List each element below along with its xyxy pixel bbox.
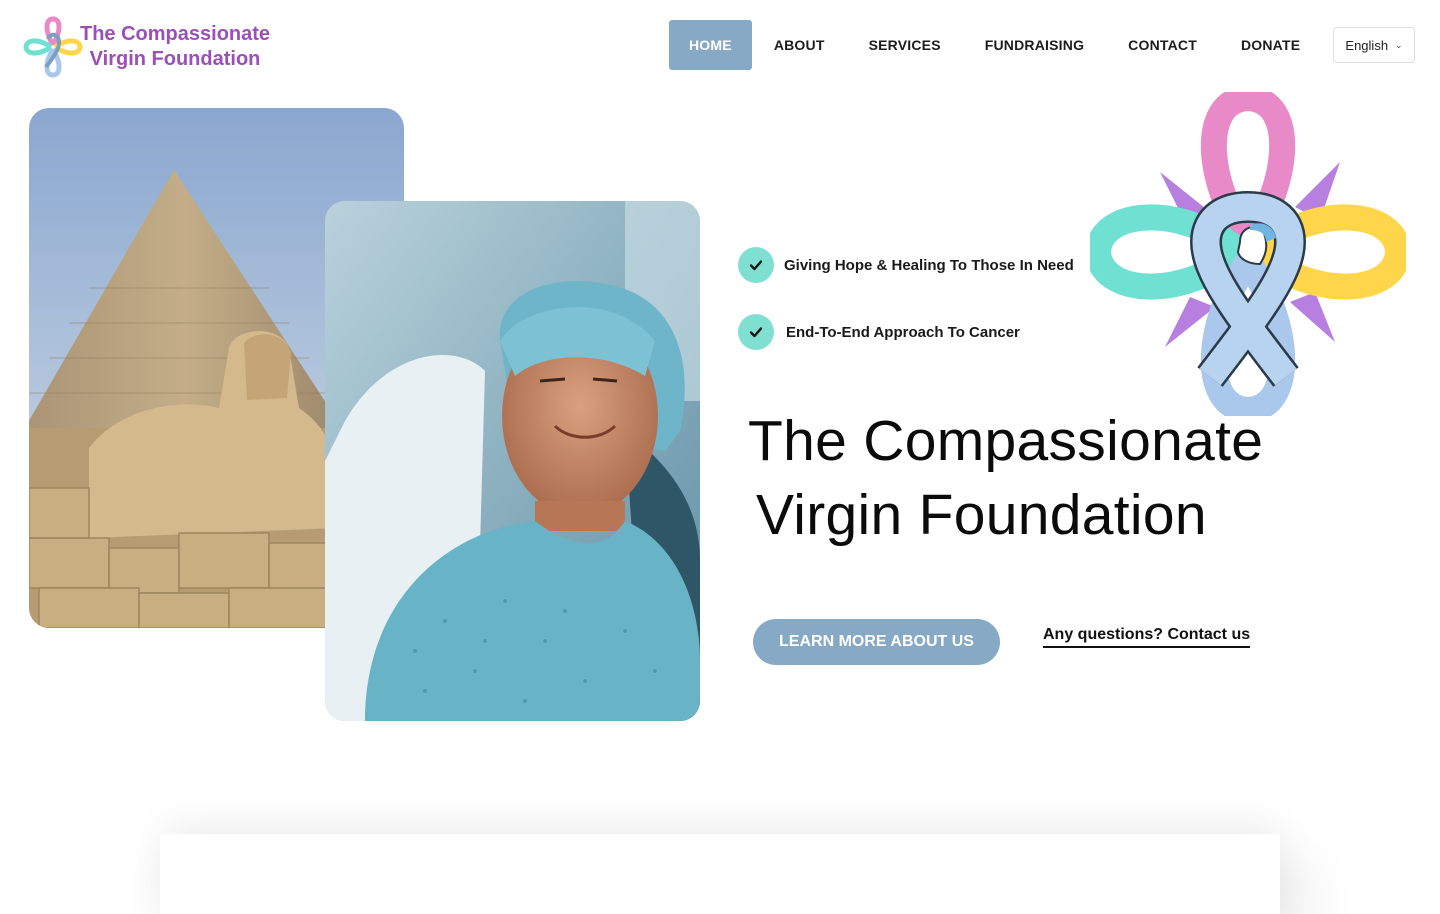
- hero-title-line-1: The Compassionate: [748, 409, 1264, 473]
- language-selected: English: [1345, 37, 1389, 53]
- content-card: [160, 834, 1280, 914]
- site-logo[interactable]: The Compassionate Virgin Foundation: [22, 14, 282, 80]
- check-icon: [738, 247, 774, 283]
- nav-home[interactable]: HOME: [669, 20, 752, 70]
- logo-line-1: The Compassionate: [80, 23, 271, 45]
- check-icon: [738, 314, 774, 350]
- nav-contact[interactable]: CONTACT: [1106, 20, 1219, 70]
- ribbon-emblem-icon: [1084, 84, 1412, 424]
- hero-title-line-2: Virgin Foundation: [756, 483, 1207, 547]
- feature-item-hope: Giving Hope & Healing To Those In Need: [738, 247, 1074, 283]
- nav-fundraising[interactable]: FUNDRAISING: [963, 20, 1106, 70]
- main-nav: HOME ABOUT SERVICES FUNDRAISING CONTACT …: [669, 20, 1322, 70]
- nav-services[interactable]: SERVICES: [847, 20, 963, 70]
- feature-text: Giving Hope & Healing To Those In Need: [784, 256, 1074, 274]
- language-select[interactable]: English ⌄: [1333, 27, 1415, 63]
- feature-item-approach: End-To-End Approach To Cancer: [738, 314, 1020, 350]
- feature-text: End-To-End Approach To Cancer: [786, 323, 1020, 341]
- logo-line-2: Virgin Foundation: [89, 48, 261, 70]
- contact-us-link[interactable]: Any questions? Contact us: [1043, 626, 1251, 648]
- smiling-patient-image: [325, 201, 700, 721]
- nav-about[interactable]: ABOUT: [752, 20, 847, 70]
- hero-title: The Compassionate Virgin Foundation: [748, 404, 1308, 552]
- nav-donate[interactable]: DONATE: [1219, 20, 1322, 70]
- chevron-down-icon: ⌄: [1395, 39, 1403, 50]
- logo-text: The Compassionate Virgin Foundation: [80, 22, 270, 72]
- ribbon-flower-icon: [23, 16, 83, 78]
- learn-more-button[interactable]: LEARN MORE ABOUT US: [753, 619, 1000, 665]
